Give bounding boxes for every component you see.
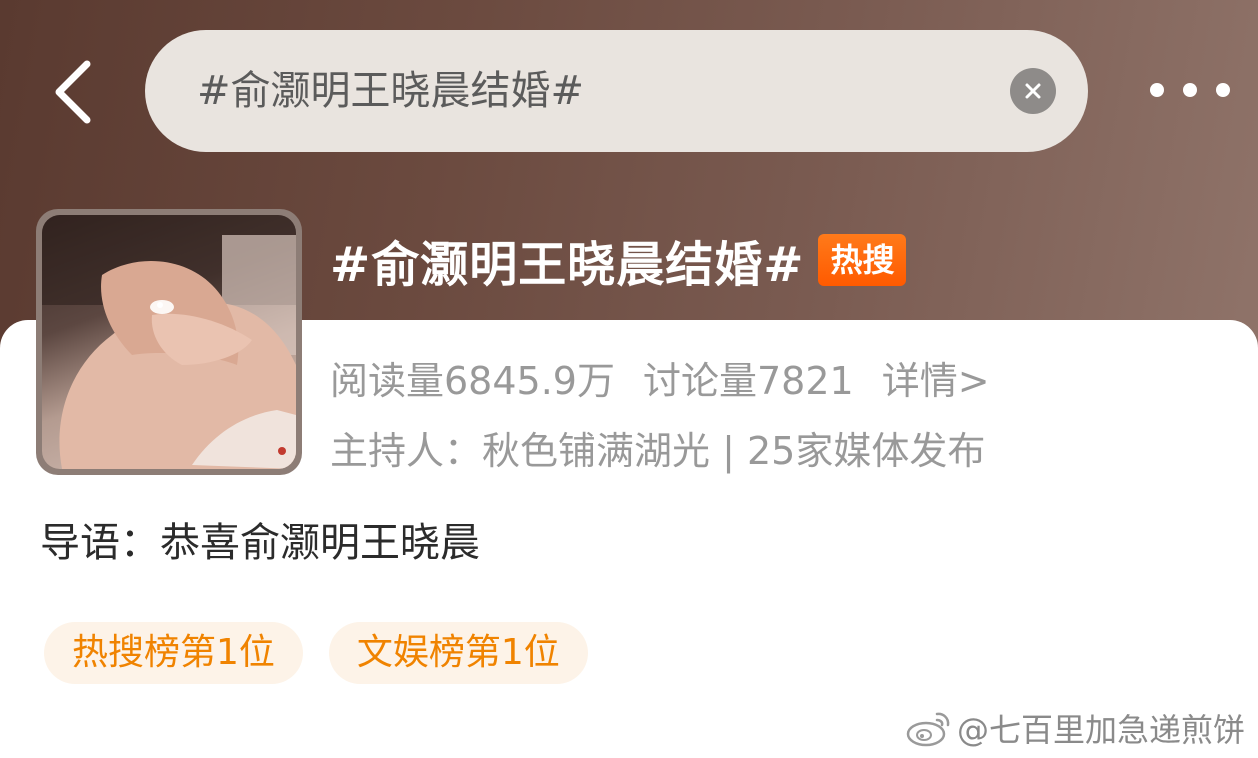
- weibo-logo-icon: [906, 712, 950, 747]
- clear-search-button[interactable]: [1010, 68, 1056, 114]
- more-options-button[interactable]: [1150, 72, 1230, 108]
- more-dot-icon: [1216, 83, 1230, 97]
- topic-header: #俞灏明王晓晨结婚# 热搜: [330, 225, 907, 295]
- more-dot-icon: [1183, 83, 1197, 97]
- ranking-tags: 热搜榜第1位 文娱榜第1位: [44, 622, 588, 684]
- details-link[interactable]: 详情>: [882, 350, 990, 405]
- search-input[interactable]: #俞灏明王晓晨结婚#: [197, 30, 584, 152]
- close-icon: [1025, 83, 1041, 99]
- host-info[interactable]: 主持人：秋色铺满湖光 | 25家媒体发布: [330, 420, 985, 475]
- chevron-left-icon: [55, 60, 91, 124]
- topic-thumbnail[interactable]: [36, 209, 302, 475]
- read-count: 阅读量6845.9万: [330, 359, 615, 403]
- tag-hot-search-rank[interactable]: 热搜榜第1位: [44, 622, 303, 684]
- watermark: @七百里加急递煎饼: [905, 706, 1245, 750]
- back-button[interactable]: [48, 58, 98, 126]
- hot-search-badge: 热搜: [818, 234, 907, 286]
- topic-stats: 阅读量6845.9万 讨论量7821 详情>: [330, 350, 990, 405]
- watermark-text: @七百里加急递煎饼: [957, 711, 1246, 749]
- topic-intro: 导语：恭喜俞灏明王晓晨: [40, 520, 480, 566]
- tag-entertainment-rank[interactable]: 文娱榜第1位: [328, 622, 588, 684]
- discussion-count: 讨论量7821: [642, 359, 854, 403]
- topic-image: [42, 215, 296, 469]
- search-bar[interactable]: #俞灏明王晓晨结婚#: [145, 30, 1088, 152]
- more-dot-icon: [1150, 83, 1164, 97]
- topic-title[interactable]: #俞灏明王晓晨结婚#: [330, 225, 804, 295]
